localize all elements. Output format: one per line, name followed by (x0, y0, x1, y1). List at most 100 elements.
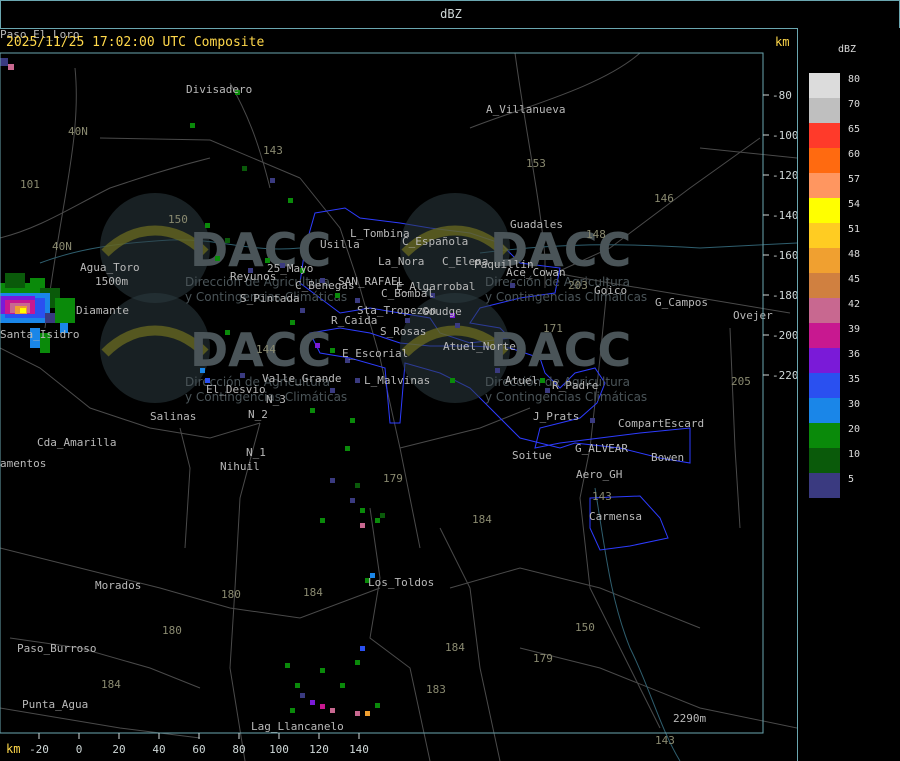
legend-swatch-35 (809, 373, 840, 398)
legend-label: 51 (848, 224, 861, 235)
place-label: E_Escorial (342, 347, 408, 360)
legend-unit: dBZ (838, 44, 857, 55)
legend-label: 20 (848, 424, 861, 435)
legend-swatch-36 (809, 348, 840, 373)
place-label: Aero_GH (576, 468, 622, 481)
map-canvas[interactable]: DACCDirección de Agriculturay Contingenc… (0, 28, 797, 761)
place-label: N_1 (246, 446, 266, 459)
x-tick-label: 100 (269, 743, 289, 756)
place-label: 184 (303, 586, 323, 599)
place-label: Lag_Llancanelo (251, 720, 344, 733)
place-label: Punta_Agua (22, 698, 88, 711)
place-label: La_Nora (378, 255, 424, 268)
legend-label: 39 (848, 324, 861, 335)
legend-label: 35 (848, 374, 861, 385)
legend-swatch-54 (809, 198, 840, 223)
y-tick-label: -220 (772, 369, 797, 382)
place-label: Ovejer (733, 309, 773, 322)
place-label: G_ALVEAR (575, 442, 628, 455)
place-label: 144 (256, 343, 276, 356)
place-label: 150 (168, 213, 188, 226)
place-label: 171 (543, 322, 563, 335)
place-label: Morados (95, 579, 141, 592)
place-label: amentos (0, 457, 46, 470)
place-label: Los_Toldos (368, 576, 434, 589)
x-tick-label: -20 (29, 743, 49, 756)
place-label: 143 (655, 734, 675, 747)
place-label: 150 (575, 621, 595, 634)
place-label: Salinas (150, 410, 196, 423)
legend-label: 60 (848, 149, 861, 160)
place-label: 184 (472, 513, 492, 526)
place-label: J_Prats (533, 410, 579, 423)
legend-swatch-20 (809, 423, 840, 448)
place-label: 101 (20, 178, 40, 191)
place-label: Soitue (512, 449, 552, 462)
y-axis-ticks: -80 -100 -120 -140 -160 -180 -200 -220 (763, 89, 797, 382)
plot-frame (0, 52, 764, 734)
legend-swatch-30 (809, 398, 840, 423)
place-label: C_Española (402, 235, 468, 248)
place-label: 40N (52, 240, 72, 253)
place-label: Goudge (422, 305, 462, 318)
legend-label: 65 (848, 124, 861, 135)
place-label: Goico (594, 284, 627, 297)
legend-swatch-60 (809, 148, 840, 173)
place-label: G_Campos (655, 296, 708, 309)
place-label: R_Padre (552, 379, 598, 392)
x-tick-label: 40 (152, 743, 165, 756)
place-label: 184 (101, 678, 121, 691)
place-label: Divisadero (186, 83, 252, 96)
y-tick-label: -180 (772, 289, 797, 302)
place-label: Agua_Toro (80, 261, 140, 274)
x-tick-label: 80 (232, 743, 245, 756)
place-label: 40N (68, 125, 88, 138)
y-tick-label: -200 (772, 329, 797, 342)
place-label: Cda_Amarilla (37, 436, 116, 449)
y-tick-label: -120 (772, 169, 797, 182)
place-label: N_2 (248, 408, 268, 421)
legend-swatch-10 (809, 448, 840, 473)
place-label: Bowen (651, 451, 684, 464)
place-label: S_Rosas (380, 325, 426, 338)
legend-label: 80 (848, 74, 861, 85)
legend-label: 42 (848, 299, 861, 310)
legend-label: 30 (848, 399, 861, 410)
legend-label: 70 (848, 99, 861, 110)
place-label: Nihuil (220, 460, 260, 473)
place-label: 143 (263, 144, 283, 157)
product-title: dBZ (440, 7, 462, 21)
place-label: 203 (568, 279, 588, 292)
radar-map[interactable]: DACC Dirección de Agricultura y Contingenc… (0, 28, 798, 761)
legend-label: 54 (848, 199, 861, 210)
color-legend: dBZ 80 70 65 60 57 54 51 48 45 42 39 36 35 30 20 10 5 (798, 28, 900, 761)
y-tick-label: -100 (772, 129, 797, 142)
legend-label: 36 (848, 349, 861, 360)
svg-text:y Contingencias Climáticas: y Contingencias Climáticas (485, 390, 647, 404)
place-label: 180 (221, 588, 241, 601)
place-label: Diamante (76, 304, 129, 317)
legend-label: 5 (848, 474, 855, 485)
place-label: 146 (654, 192, 674, 205)
place-label: 25_Mayo (267, 262, 313, 275)
legend-swatch-51 (809, 223, 840, 248)
place-label: Guadales (510, 218, 563, 231)
legend-swatch-42 (809, 298, 840, 323)
place-label: 179 (533, 652, 553, 665)
legend-swatch-48 (809, 248, 840, 273)
x-axis-ticks: -20 0 20 40 60 80 100 120 140 (29, 733, 369, 756)
y-tick-label: -140 (772, 209, 797, 222)
legend-label: 57 (848, 174, 861, 185)
place-label: Atuel (505, 374, 538, 387)
place-label: 148 (586, 228, 606, 241)
x-tick-label: 140 (349, 743, 369, 756)
legend-label: 45 (848, 274, 861, 285)
legend-swatch-45 (809, 273, 840, 298)
title-bar: dBZ (0, 0, 900, 29)
place-label: 205 (731, 375, 751, 388)
y-tick-label: -80 (772, 89, 792, 102)
place-label: 153 (526, 157, 546, 170)
place-label: N_3 (266, 393, 286, 406)
x-tick-label: 0 (76, 743, 83, 756)
place-label: A_Villanueva (486, 103, 565, 116)
